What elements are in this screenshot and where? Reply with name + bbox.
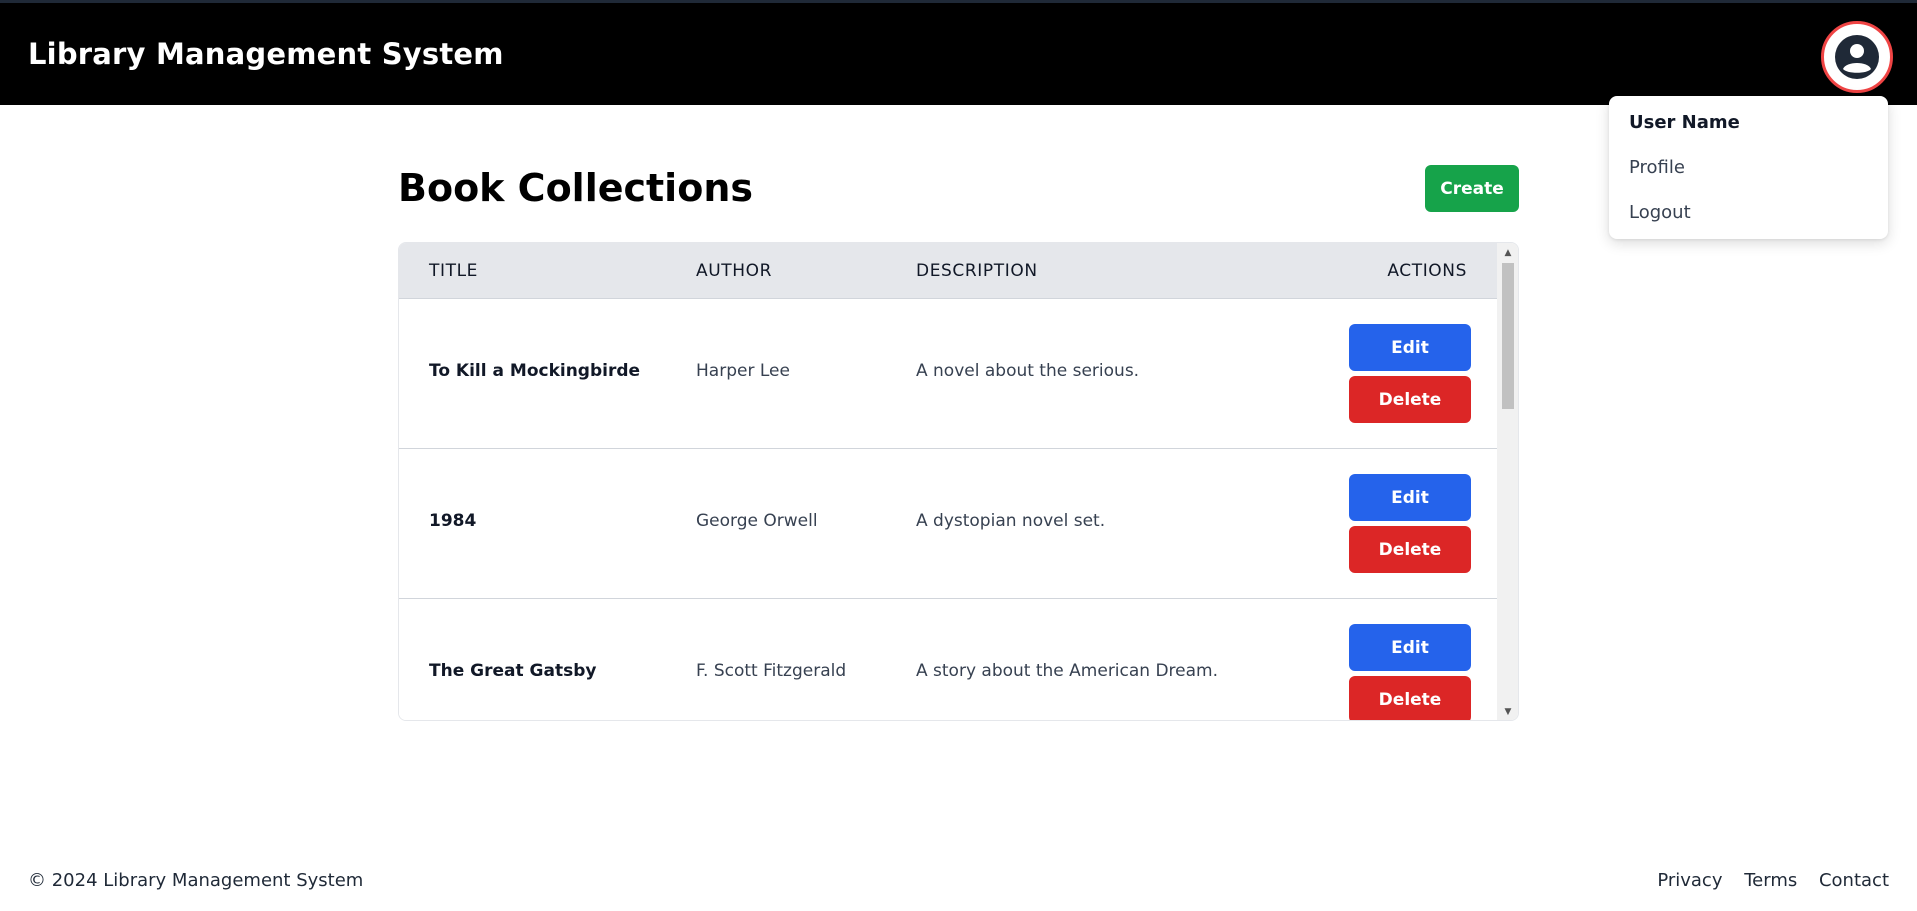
delete-button[interactable]: Delete xyxy=(1349,676,1471,720)
book-description: A novel about the serious. xyxy=(916,361,1140,381)
scroll-down-arrow-icon[interactable]: ▼ xyxy=(1497,704,1518,720)
page-title: Book Collections xyxy=(398,166,753,210)
edit-button[interactable]: Edit xyxy=(1349,324,1471,371)
top-navbar: Library Management System xyxy=(0,0,1917,105)
user-circle-icon xyxy=(1835,35,1879,79)
footer-link-privacy[interactable]: Privacy xyxy=(1657,870,1722,891)
user-avatar-button[interactable] xyxy=(1821,21,1893,93)
book-author: Harper Lee xyxy=(696,361,790,381)
footer-link-contact[interactable]: Contact xyxy=(1819,870,1889,891)
book-author: George Orwell xyxy=(696,511,818,531)
footer-link-terms[interactable]: Terms xyxy=(1744,870,1797,891)
user-dropdown-menu: User Name Profile Logout xyxy=(1609,96,1888,239)
column-header-title: TITLE xyxy=(429,261,478,281)
table-row: The Great Gatsby F. Scott Fitzgerald A s… xyxy=(399,599,1497,720)
column-header-actions: ACTIONS xyxy=(1387,261,1467,281)
table-header: TITLE AUTHOR DESCRIPTION ACTIONS xyxy=(399,243,1497,299)
books-table: TITLE AUTHOR DESCRIPTION ACTIONS To Kill… xyxy=(398,242,1519,721)
column-header-description: DESCRIPTION xyxy=(916,261,1038,281)
footer-links: Privacy Terms Contact xyxy=(1641,870,1889,891)
delete-button[interactable]: Delete xyxy=(1349,376,1471,423)
scroll-up-arrow-icon[interactable]: ▲ xyxy=(1497,245,1518,261)
create-button[interactable]: Create xyxy=(1425,165,1519,212)
edit-button[interactable]: Edit xyxy=(1349,474,1471,521)
delete-button[interactable]: Delete xyxy=(1349,526,1471,573)
book-description: A story about the American Dream. xyxy=(916,661,1219,681)
book-title: To Kill a Mockingbirde xyxy=(429,361,641,381)
table-scrollbar[interactable]: ▲ ▼ xyxy=(1497,243,1518,720)
scrollbar-thumb[interactable] xyxy=(1502,263,1514,409)
footer-copyright: © 2024 Library Management System xyxy=(28,870,364,891)
column-header-author: AUTHOR xyxy=(696,261,773,281)
menu-item-logout[interactable]: Logout xyxy=(1629,202,1691,223)
book-author: F. Scott Fitzgerald xyxy=(696,661,847,681)
table-row: To Kill a Mockingbirde Harper Lee A nove… xyxy=(399,299,1497,449)
user-name-label: User Name xyxy=(1629,112,1740,133)
book-description: A dystopian novel set. xyxy=(916,511,1106,531)
book-title: The Great Gatsby xyxy=(429,661,597,681)
book-title: 1984 xyxy=(429,511,477,531)
menu-item-profile[interactable]: Profile xyxy=(1629,157,1685,178)
app-title: Library Management System xyxy=(28,37,504,71)
edit-button[interactable]: Edit xyxy=(1349,624,1471,671)
table-row: 1984 George Orwell A dystopian novel set… xyxy=(399,449,1497,599)
